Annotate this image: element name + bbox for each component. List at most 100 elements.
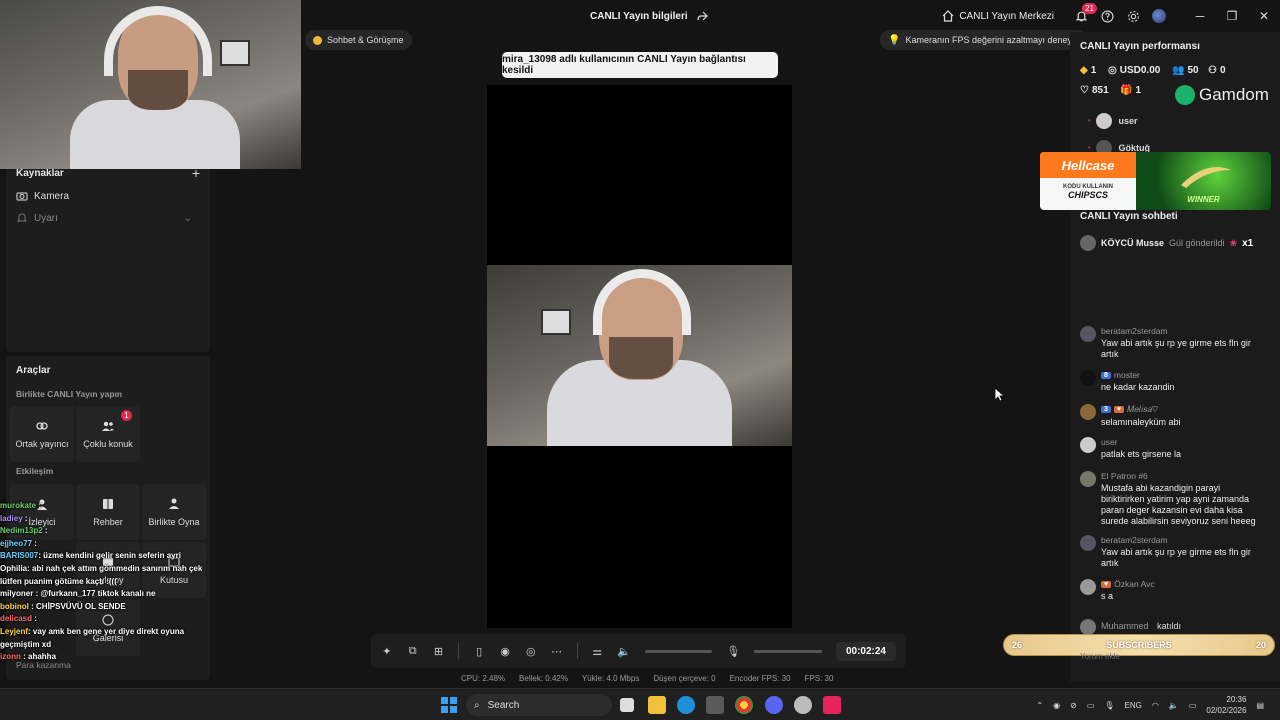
chat-message[interactable]: beratam2sterdam Yaw abi artık şu rp ye gi… (1080, 326, 1260, 360)
chat-message[interactable]: El Patron #6 Mustafa abi kazandigin paray… (1080, 471, 1260, 527)
subs-label: SUBSCRIBERS (1106, 640, 1172, 650)
fps-tip-pill[interactable]: 💡 Kameranın FPS değerini azaltmayı deney… (880, 30, 1088, 50)
app-icon[interactable] (794, 696, 812, 714)
volume-slider[interactable] (644, 649, 713, 653)
chrome-icon[interactable] (735, 696, 753, 714)
mixer-icon[interactable]: ⚌ (591, 644, 603, 658)
stream-info-title[interactable]: CANLI Yayın bilgileri (590, 10, 708, 22)
windows-taskbar: ⌕ Search ⌃ ◉ ⊘ ▭ 🎙 ENG ◠ 🔈 ▭ 20:36 02/02… (0, 688, 1280, 720)
stream-info-label: CANLI Yayın bilgileri (590, 10, 688, 22)
speaker-icon[interactable]: 🔈 (1169, 701, 1179, 710)
clock[interactable]: 20:36 02/02/2026 (1206, 694, 1246, 716)
chat-call-pill[interactable]: Sohbet & Görüşme (305, 30, 412, 50)
avatar (1080, 370, 1096, 386)
edge-icon[interactable] (677, 696, 695, 714)
co-host-tile[interactable]: Ortak yayıncı (10, 406, 74, 462)
overlay-chat-line: Ophilia: abi nah çek attım gömmedin sanı… (0, 563, 203, 586)
wifi-icon[interactable]: ◠ (1152, 701, 1159, 710)
help-button[interactable] (1094, 0, 1120, 32)
diamond-icon: ◆ (1080, 65, 1088, 76)
chat-message[interactable]: 8 moster ne kadar kazandin (1080, 370, 1260, 393)
chat-message[interactable]: ♥ Özkan Avc s a (1080, 579, 1260, 602)
performance-title: CANLI Yayın performansı (1080, 41, 1200, 52)
discord-icon[interactable] (765, 696, 783, 714)
interaction-title: Etkileşim (16, 466, 54, 476)
portrait-icon[interactable]: ▯ (473, 644, 485, 658)
rose-icon: ❀ (1229, 237, 1238, 248)
dot-icon: • (1088, 144, 1091, 152)
tools-title: Araçlar (16, 365, 51, 376)
magic-wand-icon[interactable]: ✦ (381, 644, 393, 658)
task-view-icon[interactable] (620, 698, 634, 712)
sources-title: Kaynaklar (16, 168, 64, 179)
avatar (1080, 326, 1096, 342)
taskbar-search[interactable]: ⌕ Search (466, 694, 612, 716)
chevron-down-icon[interactable]: ⌄ (184, 213, 192, 224)
search-label: Search (487, 699, 520, 711)
store-icon[interactable] (706, 696, 724, 714)
avatar (1096, 113, 1113, 129)
metric-gifts: 🎁 1 (1120, 85, 1142, 96)
stat-memory: Bellek: 0.42% (519, 674, 568, 683)
network-off-icon[interactable]: ⊘ (1070, 701, 1077, 710)
divider (458, 643, 460, 659)
minimize-button[interactable]: ─ (1184, 0, 1216, 32)
chat-message[interactable]: 3 ♥ 𝑀𝑒𝑙𝑖𝑠𝑎♡ selamınaleyküm abi (1080, 404, 1260, 428)
gift-icon: 🎁 (1120, 85, 1133, 96)
mouse-cursor-icon (995, 388, 1005, 402)
volume-icon[interactable]: 🔈 (617, 644, 631, 658)
preview-person-beard (609, 337, 673, 379)
multi-guest-tile[interactable]: 1 Çoklu konuk (76, 406, 140, 462)
stat-dropped-frames: Düşen çerçeve: 0 (653, 674, 716, 683)
comment-input[interactable]: Yorum ekle (1074, 652, 1254, 670)
microphone-icon[interactable]: 🎙 (726, 644, 740, 658)
live-chat-title: CANLI Yayın sohbeti (1080, 211, 1178, 222)
profile-button[interactable] (1146, 0, 1172, 32)
close-button[interactable]: ✕ (1248, 0, 1280, 32)
avatar (1080, 235, 1096, 251)
source-item-alert[interactable]: Uyarı ⌄ (16, 212, 192, 224)
avatar (1080, 579, 1096, 595)
maximize-button[interactable]: ❐ (1216, 0, 1248, 32)
user-row[interactable]: • user (1088, 113, 1137, 129)
layout-icon[interactable]: ⊞ (433, 644, 445, 658)
tiktok-live-icon[interactable] (823, 696, 841, 714)
source-item-camera[interactable]: Kamera (16, 190, 69, 202)
source-label: Kamera (34, 190, 70, 202)
effects-icon[interactable]: ⧉ (407, 644, 419, 658)
chat-message[interactable]: beratam2sterdam Yaw abi artık şu rp ye gi… (1080, 535, 1260, 569)
headphones (104, 6, 212, 76)
chevron-up-icon[interactable]: ⌃ (1036, 701, 1043, 710)
share-icon[interactable] (696, 10, 708, 22)
preview-headphones (593, 269, 691, 335)
avatar (1080, 535, 1096, 551)
fps-tip-label: Kameranın FPS değerini azaltmayı deneyin (905, 35, 1080, 45)
battery-icon[interactable]: ▭ (1189, 701, 1197, 710)
settings-button[interactable] (1120, 0, 1146, 32)
dot-icon: • (1088, 117, 1091, 125)
monitor-icon[interactable]: ▭ (1087, 701, 1095, 710)
chat-icon (313, 35, 322, 45)
file-explorer-icon[interactable] (648, 696, 666, 714)
hellcase-logo: Hellcase (1040, 152, 1136, 178)
chat-message[interactable]: Muhammed katıldı (1080, 619, 1260, 635)
live-preview[interactable] (487, 85, 792, 628)
windows-start-icon[interactable] (440, 696, 458, 714)
notifications-button[interactable]: 21 (1068, 0, 1097, 32)
hellcase-ad-overlay: Hellcase KODU KULLANIN CHIPSCS WINNER (1040, 152, 1271, 210)
discord-tray-icon[interactable]: ◉ (1053, 701, 1060, 710)
lang-indicator[interactable]: ENG (1125, 701, 1142, 710)
overlay-chat-line: ladiey : (0, 513, 28, 523)
notification-center-icon[interactable]: ▤ (1256, 701, 1264, 710)
record-icon[interactable]: ◉ (499, 644, 511, 658)
replay-icon[interactable]: ◎ (525, 644, 537, 658)
mic-slider[interactable] (754, 649, 822, 653)
lightbulb-icon: 💡 (888, 34, 901, 46)
overlay-chat-line: Nedim13p2 : (0, 526, 48, 536)
live-center-link[interactable]: CANLI Yayın Merkezi (942, 10, 1054, 22)
tile-label: Ortak yayıncı (15, 439, 69, 449)
overlay-chat-line: delicasd : (0, 614, 37, 624)
chat-message[interactable]: user patlak ets girsene la (1080, 437, 1260, 460)
mic-tray-icon[interactable]: 🎙 (1104, 701, 1114, 710)
more-icon[interactable]: ⋯ (551, 644, 563, 658)
